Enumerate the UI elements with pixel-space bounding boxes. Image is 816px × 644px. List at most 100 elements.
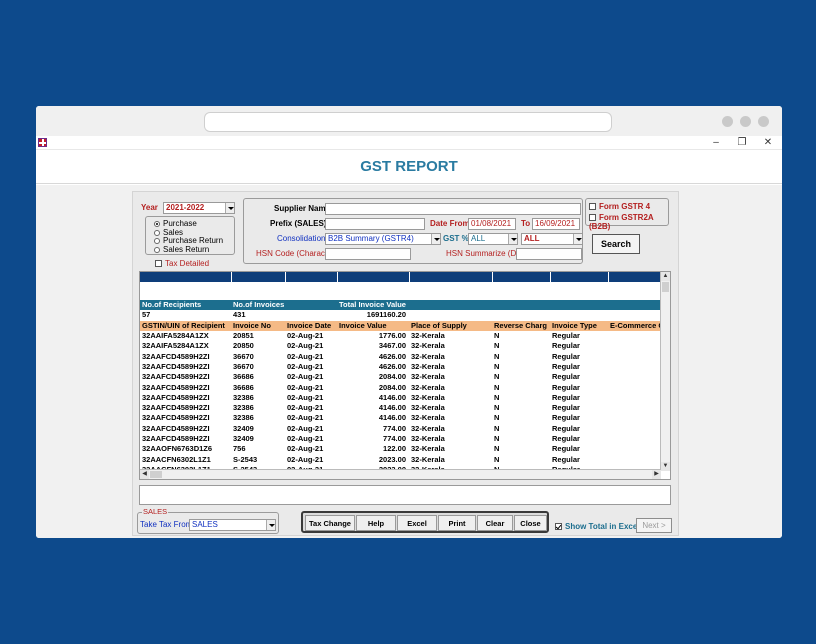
- summary-value-cell: 57: [142, 310, 151, 320]
- table-cell: 2084.00: [378, 372, 406, 382]
- column-header[interactable]: Invoice Value: [337, 320, 409, 331]
- date-to-input[interactable]: 16/09/2021: [532, 218, 580, 230]
- tax-detailed-checkbox[interactable]: Tax Detailed: [155, 259, 209, 268]
- radio-icon: [154, 229, 160, 236]
- all-select[interactable]: ALL: [521, 233, 583, 245]
- chevron-down-icon[interactable]: [573, 234, 582, 244]
- table-cell: 02-Aug-21: [287, 382, 324, 392]
- hscroll-thumb[interactable]: [150, 471, 162, 478]
- table-row[interactable]: 32AAFCD4589H2ZI 36686 02-Aug-21 2084.00 32-K…: [140, 382, 669, 392]
- table-cell: N: [494, 382, 500, 392]
- table-row[interactable]: 32AAIFA5284A1ZX 20850 02-Aug-21 3467.00 32-K…: [140, 341, 669, 351]
- table-cell: 4146.00: [378, 403, 406, 413]
- year-select[interactable]: 2021-2022: [163, 202, 235, 214]
- scroll-right-icon[interactable]: ▶: [652, 470, 661, 479]
- report-grid[interactable]: No.of Recipients No.of Invoices Total In…: [139, 271, 671, 480]
- table-cell: 32-Kerala: [411, 434, 445, 443]
- column-header[interactable]: Invoice Date: [285, 320, 337, 331]
- summary-value-cell: 431: [233, 310, 246, 320]
- table-row[interactable]: 32AAFCD4589H2ZI 32386 02-Aug-21 4146.00 32-K…: [140, 413, 669, 423]
- column-header[interactable]: GSTIN/UIN of Recipient: [140, 320, 231, 331]
- table-cell: N: [494, 341, 500, 351]
- table-cell: N: [494, 444, 500, 454]
- address-bar[interactable]: [204, 112, 612, 132]
- supplier-name-input[interactable]: [325, 203, 581, 215]
- table-cell: 1776.00: [378, 331, 406, 341]
- table-row[interactable]: 32AACFN6302L1Z1 S-2543 02-Aug-21 2023.00 32-…: [140, 454, 669, 464]
- chevron-down-icon[interactable]: [431, 234, 440, 244]
- table-row[interactable]: 32AAFCD4589H2ZI 32409 02-Aug-21 774.00 32-Ke…: [140, 424, 669, 434]
- table-row[interactable]: 32AAFCD4589H2ZI 36670 02-Aug-21 4626.00 32-K…: [140, 362, 669, 372]
- hsn-code-input[interactable]: [325, 248, 411, 260]
- form-options-group: Form GSTR 4 Form GSTR2A (B2B): [585, 198, 669, 231]
- table-cell: N: [494, 392, 500, 402]
- column-header[interactable]: Place of Supply: [409, 320, 492, 331]
- table-cell: Regular: [552, 434, 580, 443]
- radio-sales-return[interactable]: Sales Return: [154, 245, 209, 254]
- take-tax-from-select[interactable]: SALES: [189, 519, 276, 531]
- prefix-input[interactable]: [325, 218, 425, 230]
- checkbox-checked-icon: [555, 523, 562, 531]
- table-row[interactable]: 32AAFCD4589H2ZI 32386 02-Aug-21 4146.00 32-K…: [140, 403, 669, 413]
- form-gstr4-checkbox[interactable]: Form GSTR 4: [589, 202, 650, 211]
- window-dot-3[interactable]: [758, 116, 769, 127]
- scroll-left-icon[interactable]: ◀: [140, 470, 149, 479]
- table-cell: Regular: [552, 331, 580, 341]
- table-cell: 36670: [233, 361, 254, 371]
- table-cell: 32-Kerala: [411, 351, 445, 361]
- radio-purchase-return[interactable]: Purchase Return: [154, 236, 223, 245]
- chevron-down-icon[interactable]: [266, 520, 275, 530]
- table-cell: 2023.00: [378, 454, 406, 464]
- scroll-down-icon[interactable]: ▼: [661, 462, 670, 471]
- gst-pct-select[interactable]: ALL: [468, 233, 518, 245]
- minimize-button[interactable]: –: [706, 136, 726, 150]
- tax-change-button[interactable]: Tax Change: [305, 515, 355, 531]
- hsn-summarize-input[interactable]: [516, 248, 582, 260]
- consolidation-select[interactable]: B2B Summary (GSTR4): [325, 233, 441, 245]
- table-cell: 32-Kerala: [411, 423, 445, 433]
- next-button[interactable]: Next >: [636, 518, 672, 533]
- table-cell: 4626.00: [378, 351, 406, 361]
- table-cell: 32-Kerala: [411, 372, 445, 382]
- column-header[interactable]: Invoice No: [231, 320, 285, 331]
- date-from-input[interactable]: 01/08/2021: [468, 218, 516, 230]
- table-row[interactable]: 32AAOFN6763D1Z6 756 02-Aug-21 122.00 32-Kera…: [140, 444, 669, 454]
- message-bar: [139, 485, 671, 505]
- table-row[interactable]: 32AAFCD4589H2ZI 36670 02-Aug-21 4626.00 32-K…: [140, 351, 669, 361]
- close-button[interactable]: ✕: [758, 136, 778, 150]
- table-row[interactable]: 32AAFCD4589H2ZI 32409 02-Aug-21 774.00 32-Ke…: [140, 434, 669, 444]
- table-cell: 02-Aug-21: [287, 331, 324, 341]
- table-cell: 20851: [233, 331, 254, 341]
- column-header[interactable]: Invoice Type: [550, 320, 608, 331]
- table-row[interactable]: 32AAFCD4589H2ZI 36686 02-Aug-21 2084.00 32-K…: [140, 372, 669, 382]
- table-cell: N: [494, 434, 500, 443]
- table-cell: 32-Kerala: [411, 413, 445, 423]
- maximize-button[interactable]: ❐: [732, 136, 752, 150]
- table-cell: 32AAFCD4589H2ZI: [142, 434, 210, 443]
- window-dot-2[interactable]: [740, 116, 751, 127]
- scroll-up-icon[interactable]: ▲: [661, 272, 670, 281]
- help-button[interactable]: Help: [356, 515, 396, 531]
- table-row[interactable]: 32AAFCD4589H2ZI 32386 02-Aug-21 4146.00 32-K…: [140, 393, 669, 403]
- scroll-thumb[interactable]: [662, 282, 669, 292]
- vertical-scrollbar[interactable]: ▲ ▼: [660, 272, 670, 471]
- table-row[interactable]: 32AAIFA5284A1ZX 20851 02-Aug-21 1776.00 32-K…: [140, 331, 669, 341]
- show-total-checkbox[interactable]: Show Total in Excel: [555, 522, 640, 531]
- clear-button[interactable]: Clear: [477, 515, 513, 531]
- form-gstr2a-checkbox[interactable]: Form GSTR2A (B2B): [589, 213, 668, 231]
- radio-purchase[interactable]: Purchase: [154, 219, 197, 228]
- print-button[interactable]: Print: [438, 515, 476, 531]
- close-app-button[interactable]: Close: [514, 515, 547, 531]
- chevron-down-icon[interactable]: [508, 234, 517, 244]
- window-dot-1[interactable]: [722, 116, 733, 127]
- date-to-label: To: [521, 219, 531, 228]
- horizontal-scrollbar[interactable]: ◀ ▶: [140, 469, 661, 479]
- report-header: GST REPORT: [36, 150, 782, 184]
- column-header[interactable]: Reverse Charg: [492, 320, 550, 331]
- search-button[interactable]: Search: [592, 234, 640, 254]
- gst-pct-label: GST %: [443, 234, 469, 243]
- chevron-down-icon[interactable]: [225, 203, 234, 213]
- table-cell: 32386: [233, 413, 254, 423]
- excel-button[interactable]: Excel: [397, 515, 437, 531]
- table-cell: 02-Aug-21: [287, 361, 324, 371]
